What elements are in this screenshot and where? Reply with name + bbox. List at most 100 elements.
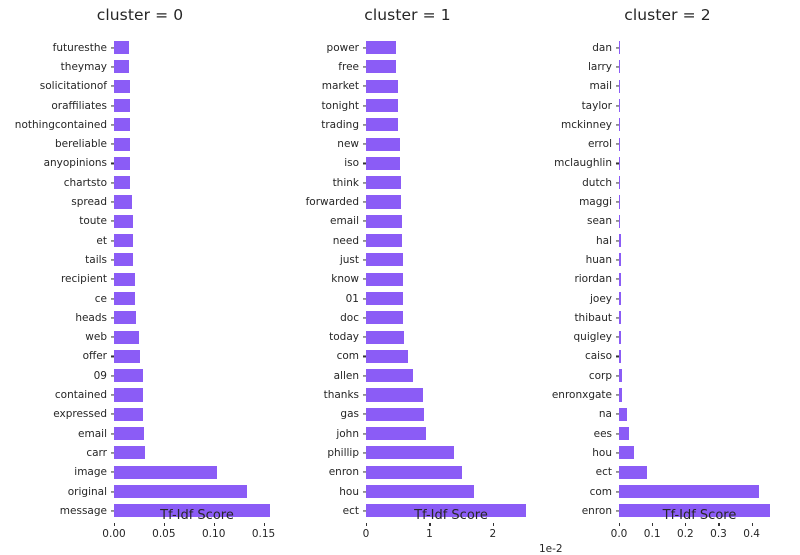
- bar[interactable]: [114, 484, 248, 499]
- bar-row[interactable]: recipient: [61, 270, 280, 289]
- bar[interactable]: [366, 253, 403, 267]
- bar-row[interactable]: com: [590, 482, 780, 501]
- bar[interactable]: [366, 60, 396, 74]
- bar-row[interactable]: theymay: [61, 57, 280, 76]
- bar-row[interactable]: contained: [55, 385, 280, 404]
- bar-row[interactable]: trading: [321, 115, 536, 134]
- bar-row[interactable]: phillip: [327, 443, 536, 462]
- bar-row[interactable]: dutch: [582, 173, 780, 192]
- bar-row[interactable]: original: [68, 482, 280, 501]
- bar[interactable]: [619, 156, 621, 170]
- bar-row[interactable]: iso: [344, 154, 536, 173]
- bar[interactable]: [114, 291, 135, 306]
- bar[interactable]: [114, 388, 143, 402]
- bar[interactable]: [114, 369, 143, 383]
- bar[interactable]: [114, 311, 136, 325]
- bar-row[interactable]: ees: [594, 424, 780, 443]
- bar-row[interactable]: joey: [590, 289, 780, 308]
- bar[interactable]: [366, 369, 413, 383]
- bar-row[interactable]: solicitationof: [40, 77, 280, 96]
- bar-row[interactable]: com: [337, 347, 536, 366]
- bar[interactable]: [619, 60, 621, 74]
- bar[interactable]: [619, 234, 621, 248]
- bar-row[interactable]: bereliable: [55, 135, 280, 154]
- bar-row[interactable]: spread: [71, 192, 280, 211]
- bar-row[interactable]: chartsto: [64, 173, 280, 192]
- bar[interactable]: [619, 446, 635, 460]
- bar[interactable]: [366, 484, 474, 499]
- bar-row[interactable]: new: [337, 135, 536, 154]
- bar-row[interactable]: john: [336, 424, 536, 443]
- bar-row[interactable]: hou: [339, 482, 536, 501]
- bar[interactable]: [114, 272, 135, 286]
- bar-row[interactable]: dan: [592, 38, 780, 57]
- bar-row[interactable]: ce: [95, 289, 280, 308]
- bar[interactable]: [619, 388, 622, 402]
- bar[interactable]: [366, 41, 396, 55]
- bar-row[interactable]: enron: [329, 463, 536, 482]
- bar[interactable]: [114, 41, 130, 55]
- bar-row[interactable]: caiso: [585, 347, 780, 366]
- bar-row[interactable]: huan: [586, 250, 780, 269]
- bar[interactable]: [366, 407, 424, 421]
- bar-row[interactable]: mckinney: [561, 115, 780, 134]
- bar-row[interactable]: image: [74, 463, 280, 482]
- bar-row[interactable]: web: [85, 328, 280, 347]
- bar[interactable]: [366, 137, 400, 151]
- bar[interactable]: [619, 311, 621, 325]
- bar-row[interactable]: mail: [590, 77, 780, 96]
- bar[interactable]: [619, 369, 622, 383]
- bar[interactable]: [619, 253, 621, 267]
- bar-row[interactable]: email: [330, 212, 536, 231]
- bar[interactable]: [366, 118, 399, 132]
- bar-row[interactable]: maggi: [579, 192, 780, 211]
- bar-row[interactable]: hou: [592, 443, 780, 462]
- bar-row[interactable]: hal: [596, 231, 780, 250]
- bar[interactable]: [114, 349, 140, 363]
- bar[interactable]: [114, 427, 145, 441]
- bar-row[interactable]: toute: [79, 212, 280, 231]
- bar[interactable]: [366, 79, 398, 93]
- bar-row[interactable]: doc: [340, 308, 536, 327]
- bar-row[interactable]: taylor: [582, 96, 780, 115]
- bar-row[interactable]: enronxgate: [552, 385, 780, 404]
- bar[interactable]: [619, 41, 621, 55]
- bar-row[interactable]: carr: [86, 443, 280, 462]
- bar[interactable]: [619, 176, 621, 190]
- bar[interactable]: [366, 214, 402, 228]
- bar[interactable]: [619, 465, 648, 479]
- bar-row[interactable]: gas: [340, 405, 536, 424]
- bar[interactable]: [366, 388, 424, 402]
- bar-row[interactable]: oraffiliates: [51, 96, 280, 115]
- bar[interactable]: [619, 214, 621, 228]
- bar[interactable]: [366, 465, 463, 479]
- bar[interactable]: [366, 291, 404, 306]
- bar[interactable]: [619, 272, 621, 286]
- bar[interactable]: [366, 272, 403, 286]
- bar[interactable]: [366, 349, 408, 363]
- bar[interactable]: [366, 234, 403, 248]
- bar-row[interactable]: larry: [588, 57, 780, 76]
- bar-row[interactable]: power: [327, 38, 536, 57]
- bar-row[interactable]: think: [333, 173, 536, 192]
- bar[interactable]: [619, 407, 628, 421]
- bar[interactable]: [366, 195, 401, 209]
- bar[interactable]: [114, 79, 130, 93]
- bar[interactable]: [619, 291, 621, 306]
- bar-row[interactable]: ect: [596, 463, 780, 482]
- bar[interactable]: [114, 234, 133, 248]
- bar[interactable]: [114, 176, 130, 190]
- bar[interactable]: [619, 427, 629, 441]
- bar-row[interactable]: thanks: [324, 385, 536, 404]
- bar-row[interactable]: free: [338, 57, 536, 76]
- bar[interactable]: [619, 79, 621, 93]
- bar-row[interactable]: know: [331, 270, 536, 289]
- bar-row[interactable]: riordan: [574, 270, 780, 289]
- bar-row[interactable]: sean: [587, 212, 780, 231]
- bar-row[interactable]: 09: [94, 366, 280, 385]
- bar-row[interactable]: anyopinions: [44, 154, 280, 173]
- bar[interactable]: [114, 407, 144, 421]
- bar-row[interactable]: nothingcontained: [15, 115, 280, 134]
- bar[interactable]: [114, 214, 133, 228]
- bar[interactable]: [114, 98, 130, 113]
